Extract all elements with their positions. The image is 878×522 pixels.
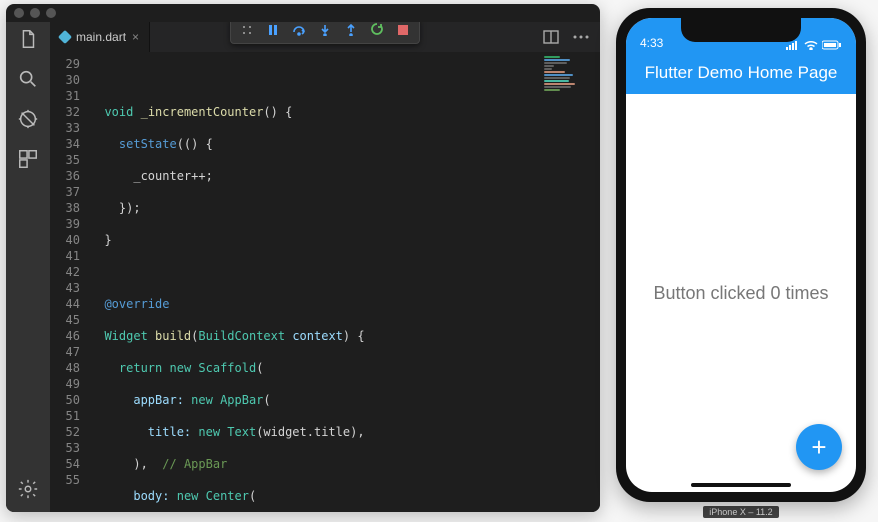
- restart-icon[interactable]: [365, 22, 389, 40]
- status-time: 4:33: [640, 36, 663, 50]
- tab-close-icon[interactable]: ×: [132, 30, 139, 44]
- home-indicator[interactable]: [691, 483, 791, 487]
- code-line: title: new Text(widget.title),: [90, 424, 600, 440]
- extensions-icon[interactable]: [17, 148, 39, 170]
- window-zoom[interactable]: [46, 8, 56, 18]
- code-content[interactable]: void void _incrementCounter() {_incremen…: [90, 52, 600, 512]
- more-actions-icon[interactable]: [572, 28, 590, 46]
- counter-text: Button clicked 0 times: [653, 283, 828, 304]
- activity-bar: [6, 22, 50, 512]
- code-line: setState(() {: [90, 136, 600, 152]
- battery-icon: [822, 40, 842, 50]
- code-line: @override: [90, 296, 600, 312]
- vscode-window: main.dart — app main.dart ×: [6, 4, 600, 512]
- window-close[interactable]: [14, 8, 24, 18]
- explorer-icon[interactable]: [17, 28, 39, 50]
- debug-icon[interactable]: [17, 108, 39, 130]
- search-icon[interactable]: [17, 68, 39, 90]
- code-line: ), // AppBar: [90, 456, 600, 472]
- window-titlebar: [6, 4, 600, 22]
- line-number-gutter: 29 30 31 32 33 34 35 36 37 38 39 40 41 4…: [50, 52, 90, 512]
- code-line: [90, 72, 600, 88]
- code-line: }: [90, 232, 600, 248]
- window-minimize[interactable]: [30, 8, 40, 18]
- debug-toolbar: [230, 22, 420, 44]
- dart-file-icon: [58, 30, 72, 44]
- step-into-icon[interactable]: [313, 22, 337, 40]
- code-line: body: new Center(: [90, 488, 600, 504]
- tab-label: main.dart: [76, 30, 126, 44]
- step-out-icon[interactable]: [339, 22, 363, 40]
- code-line: _counter++;: [90, 168, 600, 184]
- app-bar: Flutter Demo Home Page: [626, 52, 856, 94]
- code-line: [90, 264, 600, 280]
- simulator-panel: 4:33 Flutter Demo Home Page Button click…: [610, 4, 872, 518]
- plus-icon: +: [811, 432, 826, 463]
- appbar-title: Flutter Demo Home Page: [645, 63, 838, 83]
- floating-action-button[interactable]: +: [796, 424, 842, 470]
- iphone-frame: 4:33 Flutter Demo Home Page Button click…: [616, 8, 866, 502]
- settings-gear-icon[interactable]: [17, 478, 39, 500]
- wifi-icon: [804, 40, 818, 50]
- pause-icon[interactable]: [261, 22, 285, 40]
- notch: [681, 18, 801, 42]
- minimap[interactable]: [540, 52, 600, 512]
- tab-main-dart[interactable]: main.dart ×: [50, 22, 150, 52]
- code-line: });: [90, 200, 600, 216]
- code-line: Widget build(BuildContext context) {: [90, 328, 600, 344]
- split-editor-icon[interactable]: [542, 28, 560, 46]
- stop-icon[interactable]: [391, 22, 415, 40]
- code-line: void void _incrementCounter() {_incremen…: [90, 104, 600, 120]
- phone-screen[interactable]: 4:33 Flutter Demo Home Page Button click…: [626, 18, 856, 492]
- code-line: return new Scaffold(: [90, 360, 600, 376]
- editor-main: main.dart — app main.dart ×: [50, 22, 600, 512]
- code-line: appBar: new AppBar(: [90, 392, 600, 408]
- drag-handle-icon[interactable]: [235, 22, 259, 40]
- simulator-device-label: iPhone X – 11.2: [703, 506, 778, 518]
- step-over-icon[interactable]: [287, 22, 311, 40]
- code-editor[interactable]: 29 30 31 32 33 34 35 36 37 38 39 40 41 4…: [50, 52, 600, 512]
